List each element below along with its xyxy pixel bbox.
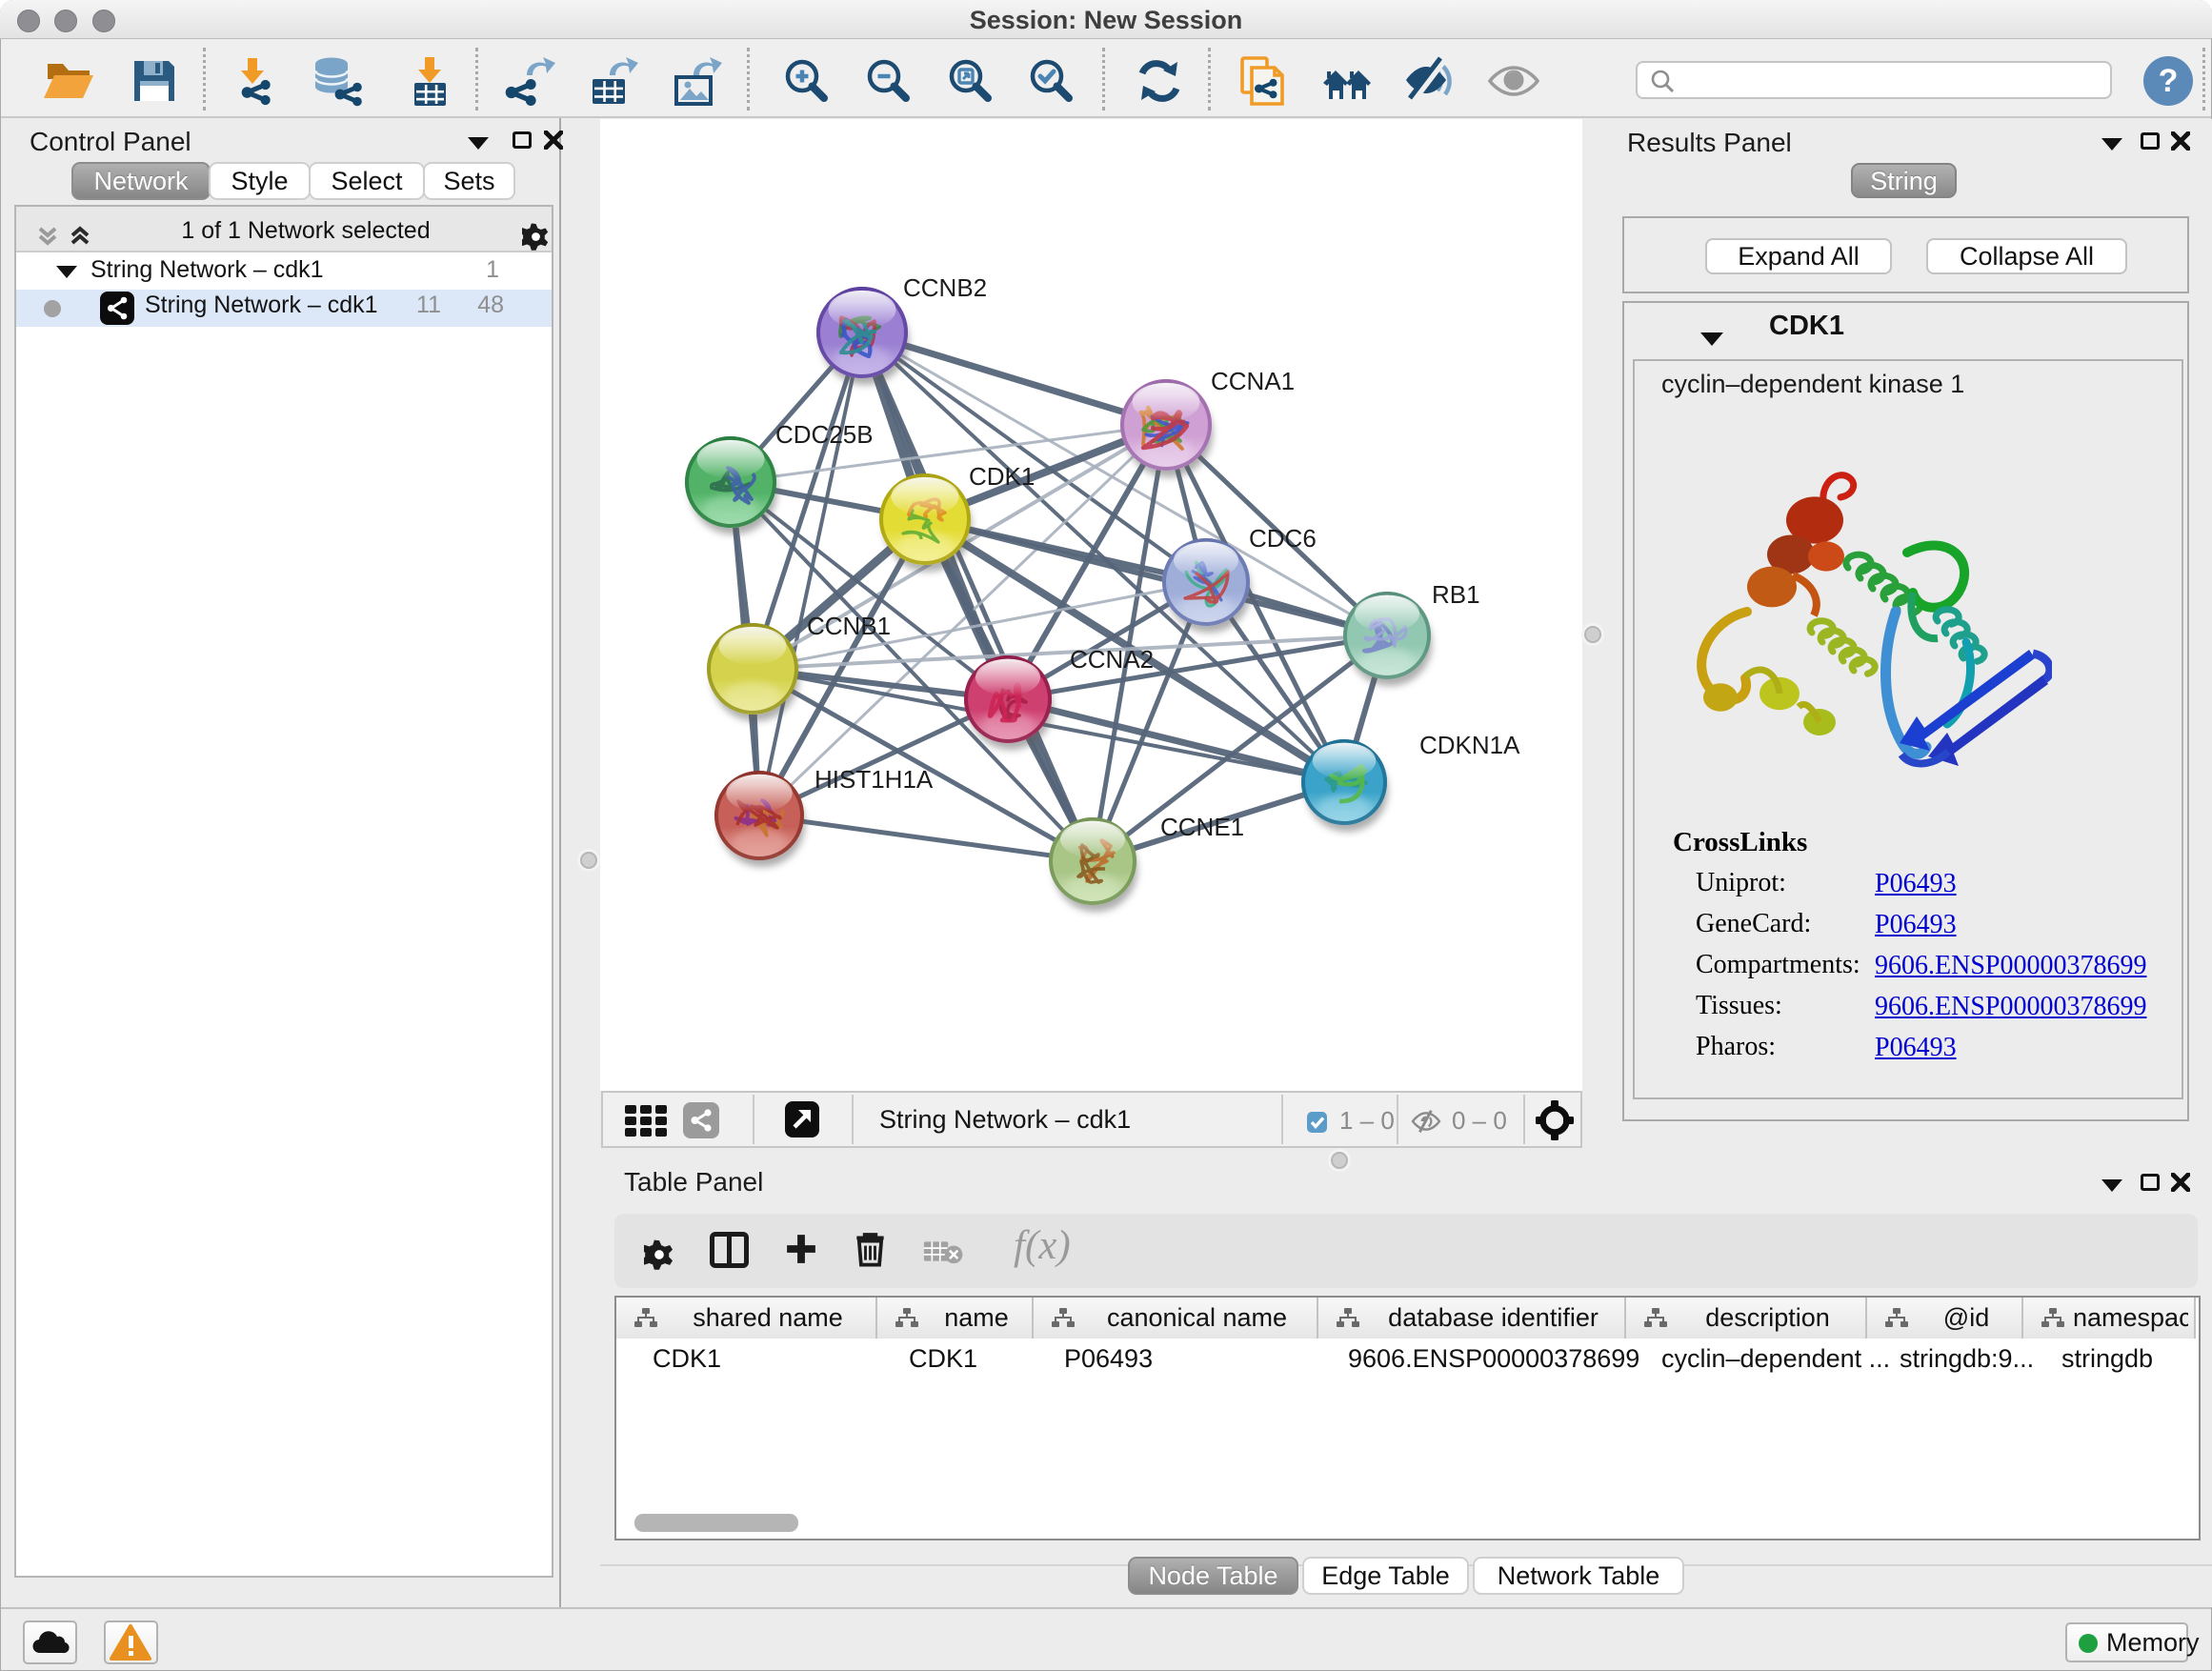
svg-text:CCNB1: CCNB1 [807, 612, 891, 640]
svg-text:CDK1: CDK1 [969, 462, 1035, 491]
svg-text:CDC25B: CDC25B [775, 420, 874, 449]
svg-text:CCNB2: CCNB2 [903, 273, 987, 302]
svg-text:HIST1H1A: HIST1H1A [814, 765, 934, 794]
svg-text:CDKN1A: CDKN1A [1419, 731, 1520, 759]
svg-text:CDC6: CDC6 [1249, 524, 1317, 553]
svg-text:CCNE1: CCNE1 [1160, 813, 1244, 841]
svg-text:RB1: RB1 [1432, 580, 1480, 609]
svg-text:CCNA2: CCNA2 [1070, 645, 1154, 674]
svg-text:CCNA1: CCNA1 [1211, 367, 1295, 395]
